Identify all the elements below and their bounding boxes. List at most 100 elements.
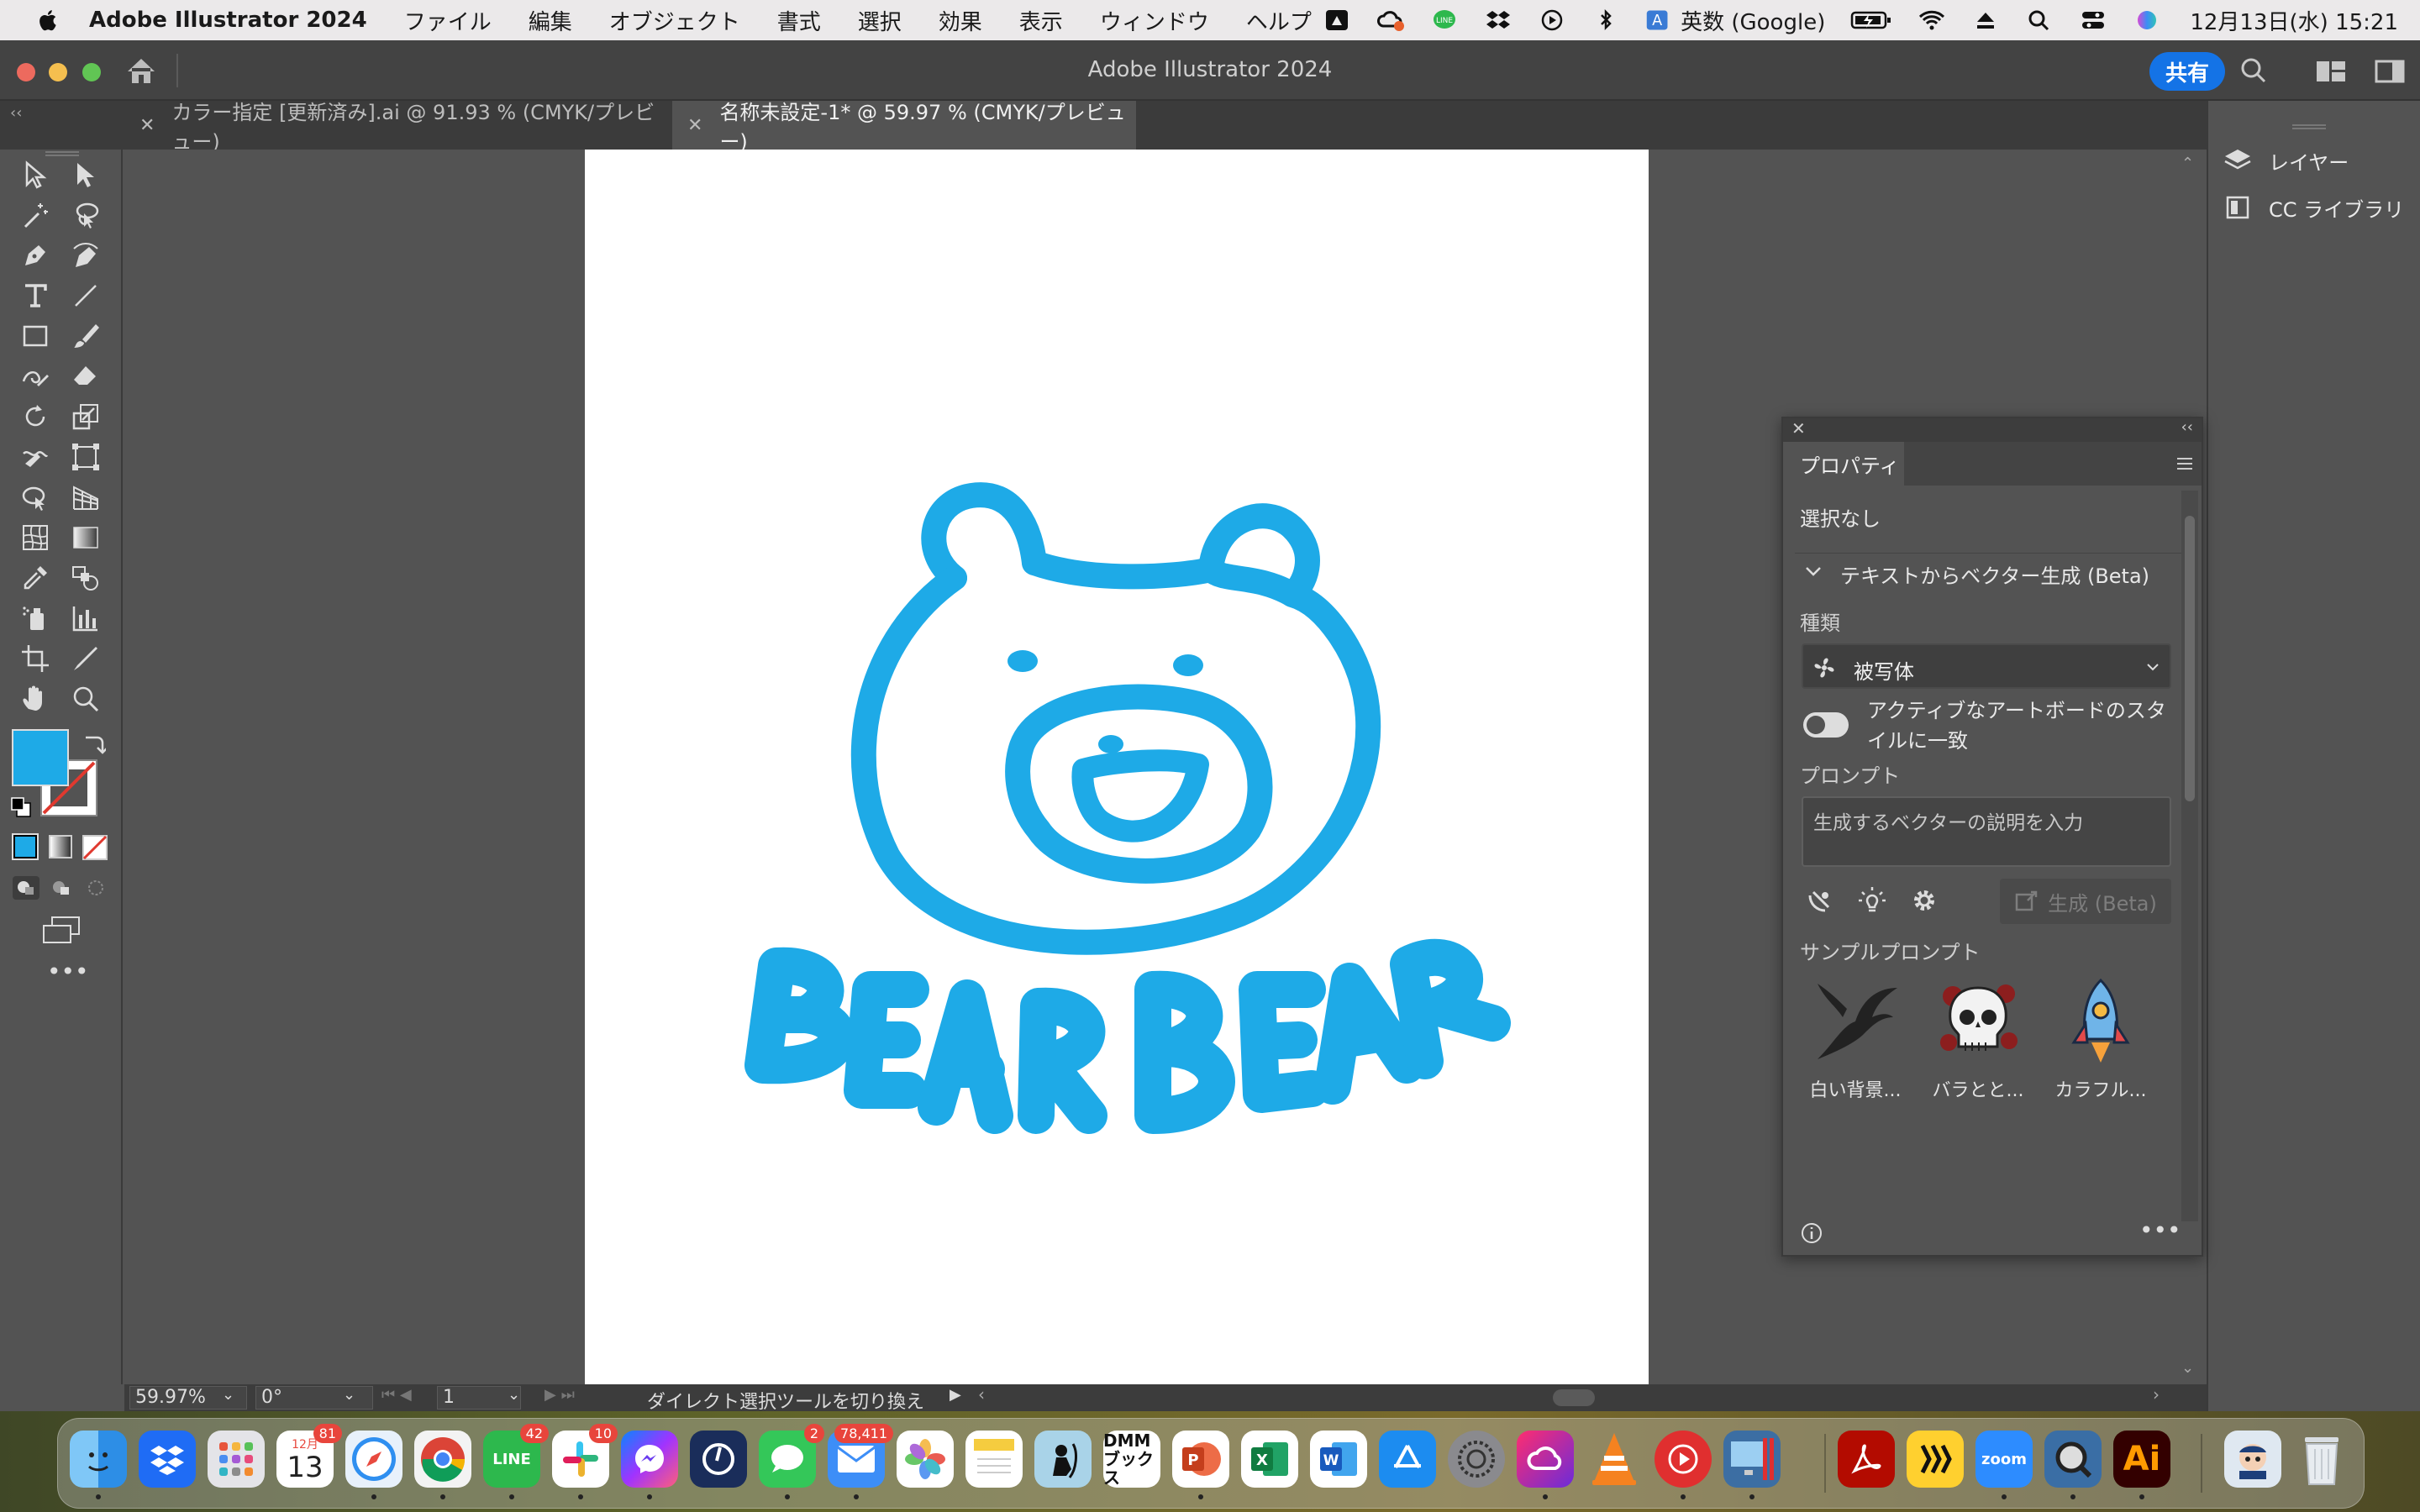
menu-view[interactable]: 表示 <box>1019 5 1063 36</box>
control-center-icon[interactable] <box>2079 8 2107 33</box>
dropbox-icon[interactable] <box>139 1431 196 1488</box>
zoom-tool-icon[interactable] <box>69 682 103 716</box>
menu-file[interactable]: ファイル <box>404 5 492 36</box>
status-arrow-icon[interactable]: ▶ <box>950 1386 961 1404</box>
close-tab-icon[interactable]: ✕ <box>687 115 702 136</box>
input-source-icon[interactable]: A <box>1645 8 1670 33</box>
creative-cloud-icon[interactable] <box>1517 1431 1574 1488</box>
symbol-sprayer-tool-icon[interactable] <box>18 601 52 635</box>
scroll-left-icon[interactable]: ‹ <box>978 1384 985 1404</box>
slack-icon[interactable]: 10 <box>552 1424 618 1488</box>
sample-prompt-rocket[interactable]: カラフル... <box>2052 973 2149 1101</box>
default-fill-stroke-icon[interactable] <box>10 796 32 822</box>
bear-artwork[interactable] <box>585 150 1649 1384</box>
panel-toggle-icon[interactable] <box>2375 59 2405 87</box>
menu-edit[interactable]: 編集 <box>529 5 572 36</box>
cc-libraries-panel-button[interactable]: CC ライブラリ <box>2223 186 2404 228</box>
panel-header[interactable]: ✕ ‹‹ <box>1783 418 2202 442</box>
notes-icon[interactable] <box>965 1431 1023 1488</box>
kindle-icon[interactable] <box>1034 1431 1092 1488</box>
tab-document-1[interactable]: ✕ カラー指定 [更新済み].ai @ 91.93 % (CMYK/プレビュー) <box>124 101 671 154</box>
direct-selection-tool-icon[interactable] <box>69 158 103 192</box>
menu-select[interactable]: 選択 <box>858 5 902 36</box>
artboard[interactable] <box>585 150 1649 1384</box>
panel-grip[interactable] <box>2292 124 2326 129</box>
slice-tool-icon[interactable] <box>69 642 103 675</box>
lightbulb-icon[interactable] <box>1857 885 1887 919</box>
sample-prompt-bird[interactable]: 白い背景... <box>1807 973 1904 1101</box>
magic-wand-tool-icon[interactable] <box>18 198 52 232</box>
scroll-down-icon[interactable]: ⌄ <box>2181 1359 2194 1377</box>
creative-cloud-icon[interactable] <box>1376 8 1405 33</box>
messenger-icon[interactable] <box>621 1431 678 1488</box>
pen-tool-icon[interactable] <box>18 239 52 272</box>
chrome-icon[interactable] <box>414 1431 471 1488</box>
zoom-icon[interactable]: zoom <box>1975 1431 2033 1488</box>
next-artboard-icon[interactable]: ▶ ⏭ <box>544 1386 575 1404</box>
type-tool-icon[interactable] <box>18 279 52 312</box>
system-settings-icon[interactable] <box>1448 1431 1505 1488</box>
apple-logo-icon[interactable] <box>32 3 66 37</box>
parallels-desktop-icon[interactable] <box>1723 1431 1781 1488</box>
vlc-icon[interactable] <box>1586 1431 1643 1488</box>
mattermost-icon[interactable] <box>690 1431 747 1488</box>
hand-tool-icon[interactable] <box>18 682 52 716</box>
panel-scroll-thumb[interactable] <box>2185 516 2195 801</box>
drive-icon[interactable] <box>1323 8 1351 33</box>
illustrator-icon[interactable]: Ai <box>2113 1431 2170 1488</box>
line-segment-tool-icon[interactable] <box>69 279 103 312</box>
siri-icon[interactable] <box>2133 8 2161 33</box>
horizontal-scroll-thumb[interactable] <box>1553 1389 1595 1406</box>
tab-properties[interactable]: プロパティ <box>1783 442 1904 486</box>
section-title[interactable]: テキストからベクター生成 (Beta) <box>1840 559 2149 589</box>
swap-fill-stroke-icon[interactable] <box>82 731 108 758</box>
chevron-down-icon[interactable]: ⌄ <box>508 1386 520 1404</box>
bluetooth-icon[interactable] <box>1591 8 1620 33</box>
panel-menu-icon[interactable] <box>2175 454 2195 477</box>
color-mode-icon[interactable] <box>12 833 39 860</box>
acrobat-icon[interactable] <box>1838 1431 1895 1488</box>
line-icon[interactable]: LINE 42 <box>483 1424 549 1488</box>
dmm-books-icon[interactable]: DMM ブックス <box>1103 1431 1160 1488</box>
gradient-mode-icon[interactable] <box>49 835 72 858</box>
miro-icon[interactable] <box>1907 1431 1964 1488</box>
prompt-input[interactable]: 生成するベクターの説明を入力 <box>1802 796 2171 867</box>
eyedropper-tool-icon[interactable] <box>18 561 52 595</box>
shaper-tool-icon[interactable] <box>18 360 52 393</box>
draw-behind-icon[interactable] <box>47 875 76 904</box>
eraser-tool-icon[interactable] <box>69 360 103 393</box>
free-transform-tool-icon[interactable] <box>69 440 103 474</box>
word-icon[interactable]: W <box>1310 1431 1367 1488</box>
rectangle-tool-icon[interactable] <box>18 319 52 353</box>
music-player-icon[interactable] <box>1655 1431 1712 1488</box>
chevron-down-icon[interactable] <box>1802 559 1825 586</box>
menu-type[interactable]: 書式 <box>777 5 821 36</box>
menu-window[interactable]: ウィンドウ <box>1100 5 1209 36</box>
eject-icon[interactable] <box>1971 8 2000 33</box>
tab-document-2[interactable]: ✕ 名称未設定-1* @ 59.97 % (CMYK/プレビュー) <box>672 101 1136 154</box>
first-artboard-icon[interactable]: ⏮ ◀ <box>381 1386 412 1404</box>
screen-mode-icon[interactable] <box>42 916 81 948</box>
line-menu-icon[interactable]: LINE <box>1430 8 1459 33</box>
lasso-tool-icon[interactable] <box>69 198 103 232</box>
layers-panel-button[interactable]: レイヤー <box>2223 139 2349 181</box>
launchpad-icon[interactable] <box>208 1431 265 1488</box>
curvature-tool-icon[interactable] <box>69 239 103 272</box>
photos-icon[interactable] <box>897 1431 954 1488</box>
play-menu-icon[interactable] <box>1538 8 1566 33</box>
scroll-up-icon[interactable]: ⌃ <box>2181 155 2194 172</box>
perspective-grid-tool-icon[interactable] <box>69 480 103 514</box>
draw-inside-icon[interactable] <box>82 875 111 904</box>
clock[interactable]: 12月13日(水) 15:21 <box>2190 5 2398 36</box>
downloads-stack-icon[interactable] <box>2224 1431 2281 1488</box>
shape-builder-tool-icon[interactable] <box>18 480 52 514</box>
panel-grip[interactable] <box>45 151 79 156</box>
satellite-icon[interactable] <box>1805 885 1835 919</box>
mail-icon[interactable]: 78,411 <box>828 1424 893 1488</box>
scale-tool-icon[interactable] <box>69 400 103 433</box>
column-graph-tool-icon[interactable] <box>69 601 103 635</box>
trash-icon[interactable] <box>2293 1431 2350 1488</box>
quicktime-icon[interactable] <box>2044 1431 2102 1488</box>
workspace-switcher-icon[interactable] <box>2316 59 2346 87</box>
messages-icon[interactable]: 2 <box>759 1424 824 1488</box>
